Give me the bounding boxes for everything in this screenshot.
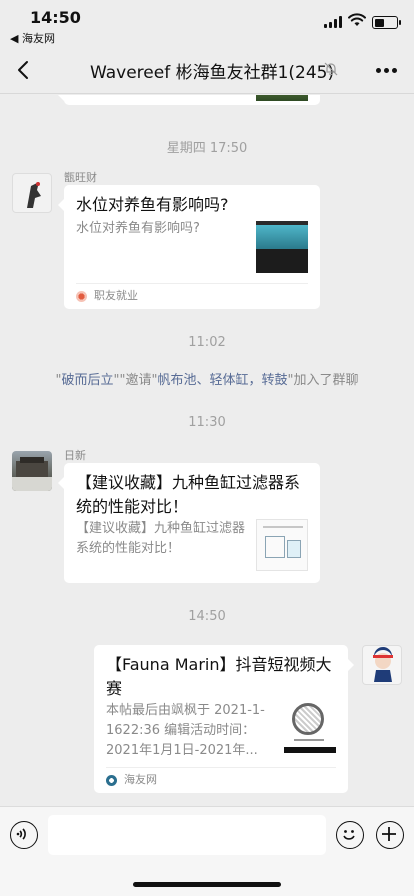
timestamp-1130: 11:30 (188, 415, 226, 430)
voice-wave-icon (16, 828, 26, 840)
avatar-sender-1[interactable] (12, 173, 52, 213)
system-user-link[interactable]: 破而后立 (61, 373, 113, 388)
link-card-message-own[interactable]: 【Fauna Marin】抖音短视频大赛 本帖最后由飒枫于 2021-1-162… (94, 645, 354, 793)
chat-messages[interactable]: 星期四 17:50 甑旺财 水位对养鱼有影响吗? 水位对养鱼有影响吗? 职友就业… (0, 95, 414, 805)
card-source: 职友就业 (76, 283, 308, 309)
avatar-scene-icon (12, 457, 52, 491)
avatar-figure-icon (27, 182, 41, 208)
link-card-message[interactable]: 【建议收藏】九种鱼缸过滤器系统的性能对比！ 【建议收藏】九种鱼缸过滤器系统的性能… (58, 463, 320, 583)
avatar-sender-2[interactable] (12, 451, 52, 491)
signal-icon (324, 16, 342, 28)
card-title: 水位对养鱼有影响吗? (76, 195, 229, 214)
source-logo-icon (106, 775, 117, 786)
card-thumbnail (256, 221, 308, 273)
link-card-message[interactable]: 水位对养鱼有影响吗? 水位对养鱼有影响吗? 职友就业 (58, 185, 320, 309)
card-description: 【建议收藏】九种鱼缸过滤器系统的性能对比！ (76, 521, 246, 556)
back-to-app-link[interactable]: ◀ 海友网 (10, 30, 55, 46)
chat-header: Wavereef 彬海鱼友社群1(245) (0, 46, 414, 94)
avatar-self[interactable] (362, 645, 402, 685)
more-options-icon[interactable] (376, 68, 397, 74)
card-source-label: 职友就业 (94, 289, 138, 302)
system-join-notice: "破而后立""邀请"帆布池、轻体缸，转鼓"加入了群聊 (55, 373, 359, 388)
chat-title: Wavereef 彬海鱼友社群1(245) (90, 63, 335, 83)
card-source: 海友网 (106, 767, 336, 793)
card-description: 水位对养鱼有影响吗? (76, 221, 200, 236)
avatar-character-icon (373, 647, 393, 682)
timestamp-1102: 11:02 (188, 335, 226, 350)
card-source-label: 海友网 (124, 773, 157, 786)
emoji-button[interactable] (336, 821, 364, 849)
card-thumbnail (256, 519, 308, 571)
thumbnail-partial (256, 95, 308, 101)
sender-name: 日新 (64, 449, 86, 462)
mute-bell-icon (324, 62, 338, 76)
message-bubble-partial[interactable] (58, 95, 320, 105)
sender-name: 甑旺财 (64, 171, 97, 184)
plus-icon (382, 827, 396, 841)
timestamp-1450: 14:50 (188, 609, 226, 624)
battery-icon (372, 16, 401, 29)
smiley-icon (343, 830, 355, 840)
voice-input-button[interactable] (10, 821, 38, 849)
card-title: 【Fauna Marin】抖音短视频大赛 (106, 655, 332, 698)
back-arrow-icon[interactable] (14, 58, 34, 82)
message-input-field[interactable] (48, 815, 326, 855)
more-actions-button[interactable] (376, 821, 404, 849)
source-logo-icon (76, 291, 87, 302)
wifi-icon (348, 13, 366, 26)
card-thumbnail (284, 701, 336, 753)
card-description: 本帖最后由飒枫于 2021-1-1622:36 编辑活动时间：2021年1月1日… (106, 703, 265, 758)
status-bar: 14:50 ◀ 海友网 (0, 0, 414, 46)
home-indicator[interactable] (133, 882, 281, 887)
card-title: 【建议收藏】九种鱼缸过滤器系统的性能对比！ (76, 473, 301, 516)
system-invitees-link[interactable]: 帆布池、轻体缸，转鼓 (157, 373, 287, 388)
timestamp-thursday: 星期四 17:50 (166, 141, 248, 156)
status-time: 14:50 (30, 8, 81, 27)
